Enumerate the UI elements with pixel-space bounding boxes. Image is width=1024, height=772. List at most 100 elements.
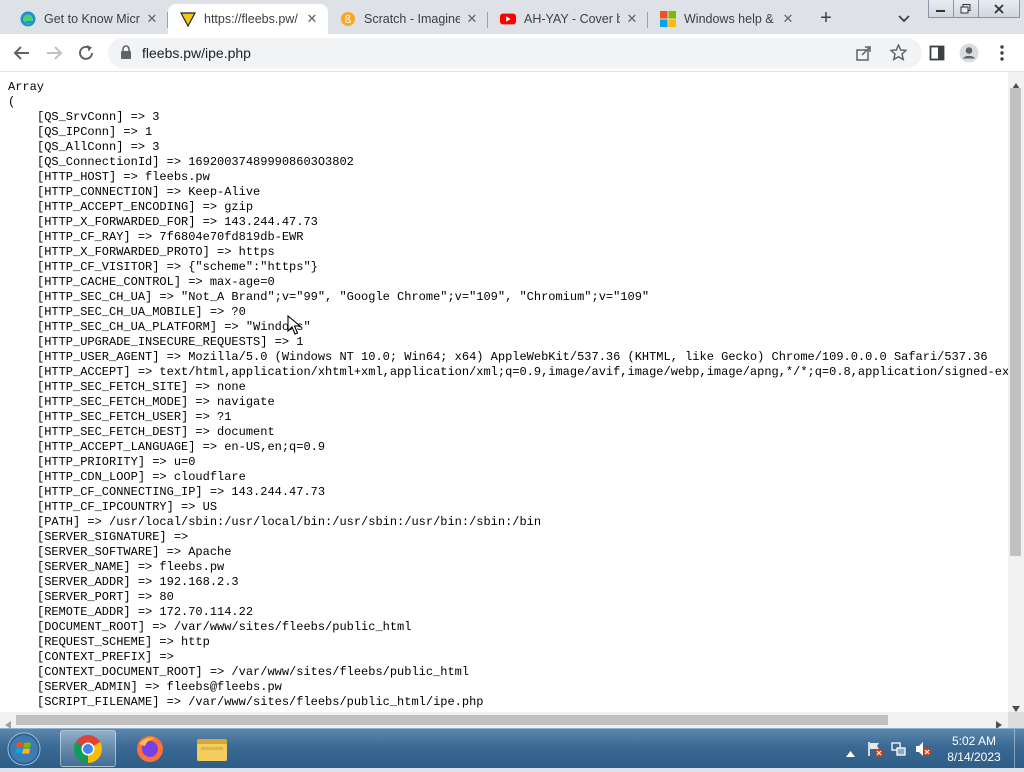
side-panel-icon	[929, 45, 945, 61]
array-entry-line: [REMOTE_ADDR] => 172.70.114.22	[37, 605, 254, 619]
scrollbar-corner	[1008, 712, 1024, 728]
array-entry-line: [HTTP_USER_AGENT] => Mozilla/5.0 (Window…	[37, 350, 988, 364]
close-tab-icon[interactable]: ✕	[144, 11, 160, 27]
address-bar[interactable]: fleebs.pw/ipe.php	[108, 38, 922, 68]
mouse-cursor-icon	[287, 314, 302, 340]
array-entry-line: [HTTP_CF_IPCOUNTRY] => US	[37, 500, 218, 514]
close-tab-icon[interactable]: ✕	[780, 11, 796, 27]
array-entry-line: [HTTP_PRIORITY] => u=0	[37, 455, 196, 469]
array-open-line: Array	[8, 80, 45, 94]
array-entry-line: [HTTP_SEC_CH_UA_MOBILE] => ?0	[37, 305, 246, 319]
tab-search-chevron-icon[interactable]	[894, 8, 914, 28]
php-array-dump: Array([QS_SrvConn] => 3 [QS_IPConn] => 1[…	[8, 80, 1008, 710]
restore-button[interactable]	[953, 0, 979, 18]
array-entry-line: [QS_IPConn] => 1	[37, 125, 153, 139]
array-entry-line: [HTTP_CDN_LOOP] => cloudflare	[37, 470, 246, 484]
back-arrow-icon	[13, 46, 29, 60]
share-icon[interactable]	[856, 45, 872, 66]
close-tab-icon[interactable]: ✕	[624, 11, 640, 27]
chrome-icon	[74, 734, 102, 763]
tab-strip: Get to Know Micr ✕ https://fleebs.pw/ ✕ …	[0, 0, 1024, 34]
tab-title: AH-YAY - Cover b	[524, 12, 620, 26]
array-entry-line: [HTTP_UPGRADE_INSECURE_REQUESTS] => 1	[37, 335, 304, 349]
array-entry-line: [HTTP_SEC_FETCH_MODE] => navigate	[37, 395, 275, 409]
browser-menu-button[interactable]	[989, 40, 1015, 66]
show-desktop-button[interactable]	[1014, 729, 1024, 769]
tab-title: Scratch - Imagine	[364, 12, 460, 26]
tab-scratch[interactable]: ß Scratch - Imagine ✕	[328, 4, 488, 34]
array-entry-line: [HTTP_CF_VISITOR] => {"scheme":"https"}	[37, 260, 318, 274]
windows-start-orb-icon	[7, 732, 41, 766]
array-entry-line: [QS_SrvConn] => 3	[37, 110, 160, 124]
fleebs-icon	[180, 11, 196, 27]
tab-title: Windows help & l	[684, 12, 776, 26]
start-button[interactable]	[4, 731, 44, 767]
chrome-taskbar-button[interactable]	[60, 730, 116, 767]
close-tab-icon[interactable]: ✕	[304, 11, 320, 27]
array-entry-line: [HTTP_CACHE_CONTROL] => max-age=0	[37, 275, 275, 289]
array-entry-line: [HTTP_SEC_FETCH_DEST] => document	[37, 425, 275, 439]
firefox-taskbar-button[interactable]	[122, 730, 178, 767]
url-text[interactable]: fleebs.pw/ipe.php	[142, 45, 251, 61]
side-panel-button[interactable]	[924, 40, 950, 66]
reload-icon	[79, 45, 93, 60]
array-entry-line: [SERVER_NAME] => fleebs.pw	[37, 560, 225, 574]
array-entry-line: [QS_ConnectionId] => 169200374899908603O…	[37, 155, 354, 169]
profile-button[interactable]	[956, 40, 982, 66]
svg-text:ß: ß	[345, 13, 352, 26]
array-entry-line: [SCRIPT_FILENAME] => /var/www/sites/flee…	[37, 695, 484, 709]
new-tab-button[interactable]: +	[814, 7, 838, 29]
tab-title: Get to Know Micr	[44, 12, 140, 26]
array-entry-line: [QS_AllConn] => 3	[37, 140, 160, 154]
array-entry-line: [HTTP_CONNECTION] => Keep-Alive	[37, 185, 261, 199]
tab-fleebs[interactable]: https://fleebs.pw/ ✕	[168, 4, 328, 34]
volume-muted-icon[interactable]	[914, 740, 932, 763]
array-entry-line: [CONTEXT_DOCUMENT_ROOT] => /var/www/site…	[37, 665, 470, 679]
youtube-icon	[500, 11, 516, 27]
array-entry-line: [HTTP_X_FORWARDED_PROTO] => https	[37, 245, 275, 259]
close-tab-icon[interactable]: ✕	[464, 11, 480, 27]
folder-icon	[197, 738, 227, 761]
reload-button[interactable]	[73, 40, 99, 66]
back-button[interactable]	[9, 40, 35, 66]
avatar-icon	[959, 43, 979, 63]
array-entry-line: [HTTP_ACCEPT_ENCODING] => gzip	[37, 200, 254, 214]
firefox-icon	[137, 735, 163, 762]
array-entry-line: [SERVER_ADDR] => 192.168.2.3	[37, 575, 239, 589]
taskbar-clock[interactable]: 5:02 AM 8/14/2023	[934, 733, 1014, 765]
tab-title: https://fleebs.pw/	[204, 12, 298, 26]
bookmark-star-icon[interactable]	[889, 43, 908, 66]
network-icon[interactable]	[890, 740, 908, 763]
array-entry-line: [REQUEST_SCHEME] => http	[37, 635, 210, 649]
array-entry-line: [HTTP_X_FORWARDED_FOR] => 143.244.47.73	[37, 215, 318, 229]
tab-get-to-know[interactable]: Get to Know Micr ✕	[8, 4, 168, 34]
array-entry-line: [HTTP_SEC_FETCH_USER] => ?1	[37, 410, 232, 424]
vertical-scroll-thumb[interactable]	[1010, 88, 1021, 556]
array-open-paren: (	[8, 95, 16, 109]
lock-icon[interactable]	[120, 45, 132, 65]
close-window-button[interactable]	[978, 0, 1020, 18]
array-entry-line: [HTTP_HOST] => fleebs.pw	[37, 170, 210, 184]
page-viewport: Array([QS_SrvConn] => 3 [QS_IPConn] => 1[…	[0, 72, 1008, 712]
tab-windows-help[interactable]: Windows help & l ✕	[648, 4, 804, 34]
array-entry-line: [HTTP_SEC_FETCH_SITE] => none	[37, 380, 246, 394]
array-entry-line: [PATH] => /usr/local/sbin:/usr/local/bin…	[37, 515, 542, 529]
explorer-taskbar-button[interactable]	[184, 730, 240, 767]
array-entry-line: [HTTP_ACCEPT_LANGUAGE] => en-US,en;q=0.9	[37, 440, 326, 454]
array-entry-line: [HTTP_CF_RAY] => 7f6804e70fd819db-EWR	[37, 230, 304, 244]
tray-overflow-arrow-icon[interactable]	[846, 744, 855, 762]
action-center-flag-icon[interactable]	[866, 740, 884, 763]
clock-date: 8/14/2023	[947, 750, 1001, 764]
windows-icon	[660, 11, 676, 27]
kebab-menu-icon	[1000, 45, 1004, 61]
minimize-button[interactable]	[928, 0, 954, 18]
forward-arrow-icon	[47, 46, 63, 60]
forward-button[interactable]	[41, 40, 67, 66]
scratch-icon: ß	[340, 11, 356, 27]
horizontal-scroll-thumb[interactable]	[16, 715, 888, 725]
array-entry-line: [SERVER_SIGNATURE] =>	[37, 530, 189, 544]
clock-time: 5:02 AM	[951, 734, 997, 748]
array-entry-line: [HTTP_ACCEPT] => text/html,application/x…	[37, 365, 1008, 379]
array-entries: [QS_SrvConn] => 3 [QS_IPConn] => 1 [QS_All…	[8, 110, 1008, 710]
tab-youtube[interactable]: AH-YAY - Cover b ✕	[488, 4, 648, 34]
